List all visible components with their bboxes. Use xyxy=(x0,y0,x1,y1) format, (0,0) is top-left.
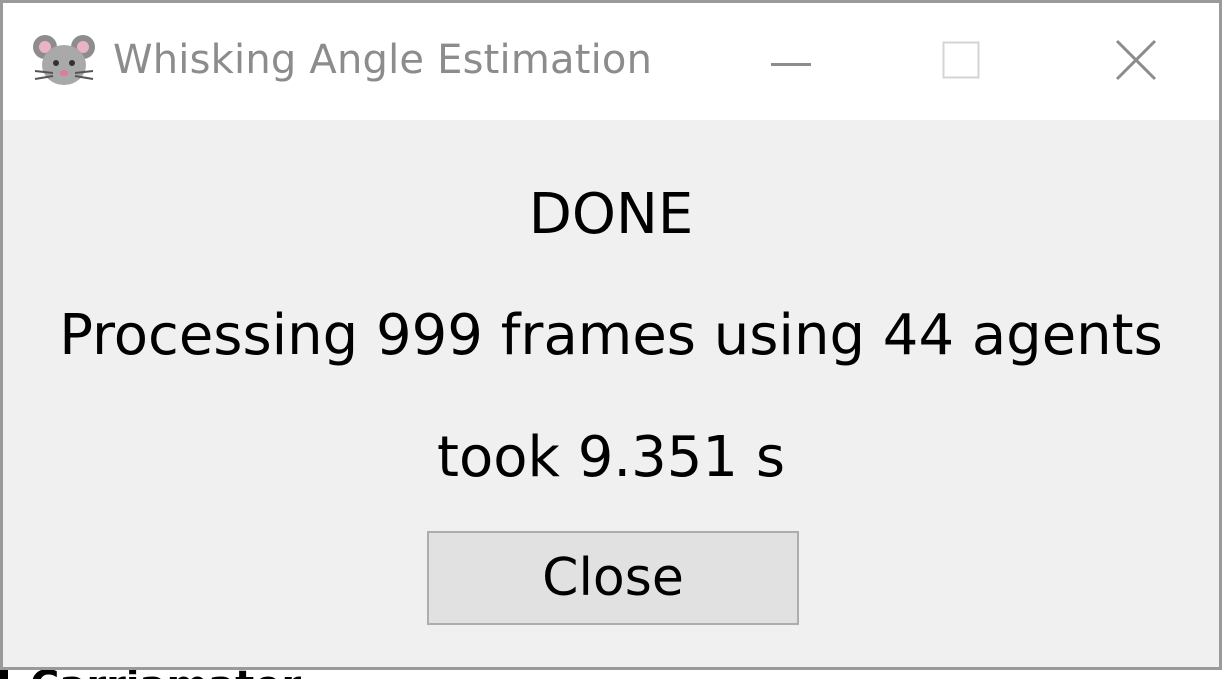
close-button[interactable]: Close xyxy=(427,531,799,625)
minimize-button[interactable] xyxy=(706,3,876,120)
title-bar[interactable]: Whisking Angle Estimation xyxy=(3,3,1219,120)
background-window-text: Carriamater xyxy=(30,670,301,679)
message-text: Processing 999 frames using 44 agents xyxy=(59,303,1163,368)
close-icon xyxy=(1115,39,1157,85)
window-title: Whisking Angle Estimation xyxy=(113,37,653,83)
status-text: DONE xyxy=(528,182,694,247)
dialog-content: DONE Processing 999 frames using 44 agen… xyxy=(3,120,1219,667)
minimize-icon xyxy=(771,52,811,71)
duration-text: took 9.351 s xyxy=(436,425,785,490)
background-window-edge xyxy=(0,670,8,679)
title-close-button[interactable] xyxy=(1051,3,1221,120)
background-window: Carriamater xyxy=(0,670,1222,679)
dialog-window: Whisking Angle Estimation DONE Processin… xyxy=(0,0,1222,670)
mouse-icon xyxy=(31,33,97,91)
maximize-button[interactable] xyxy=(876,3,1046,120)
maximize-icon xyxy=(942,41,980,83)
